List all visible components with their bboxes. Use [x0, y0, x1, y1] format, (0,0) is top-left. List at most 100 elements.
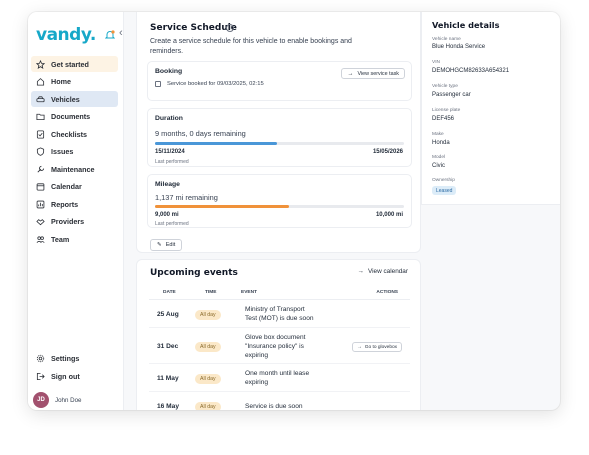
edit-label: Edit	[165, 242, 176, 248]
event-date: 31 Dec	[157, 343, 179, 350]
field-label: Model	[432, 155, 446, 160]
view-calendar-label: View calendar	[367, 268, 408, 275]
duration-last-performed: Last performed	[155, 159, 189, 165]
arrow-right-icon: →	[357, 268, 364, 275]
mileage-start: 9,000 mi	[155, 212, 179, 218]
duration-progress-fill	[155, 142, 277, 145]
sidebar-item-reports[interactable]: Reports	[31, 196, 118, 212]
sidebar-item-team[interactable]: Team	[31, 231, 118, 247]
column-date: DATE	[163, 290, 176, 295]
field-label: VIN	[432, 60, 440, 65]
field-label: Vehicle type	[432, 84, 458, 89]
duration-title: Duration	[155, 115, 183, 122]
booking-text: Service booked for 09/03/2025, 02:15	[167, 81, 264, 87]
arrow-right-icon: →	[347, 70, 354, 77]
event-line: expiring	[245, 352, 269, 359]
sidebar-item-settings[interactable]: Settings	[31, 350, 118, 366]
duration-start: 15/11/2024	[155, 149, 185, 155]
user-profile[interactable]: JD John Doe	[33, 392, 82, 408]
sidebar-item-label: Documents	[51, 112, 91, 121]
sidebar-item-documents[interactable]: Documents	[31, 109, 118, 125]
avatar: JD	[33, 392, 49, 408]
duration-progress-bar	[155, 142, 404, 145]
car-icon	[36, 95, 45, 104]
vandy-logo[interactable]: vandy.	[36, 25, 96, 45]
event-description: Service is due soon	[245, 402, 341, 410]
field-label: Vehicle name	[432, 37, 461, 42]
sidebar-bottom-nav: Settings Sign out	[31, 350, 118, 386]
event-line: Service is due soon	[245, 403, 303, 410]
sidebar-item-get-started[interactable]: Get started	[31, 56, 118, 72]
sidebar-item-label: Reports	[51, 199, 79, 209]
handshake-icon	[36, 217, 45, 226]
shield-icon	[36, 147, 45, 156]
duration-remaining: 9 months, 0 days remaining	[155, 129, 246, 138]
event-time-badge: All day	[195, 402, 221, 410]
duration-section: Duration 9 months, 0 days remaining 15/1…	[147, 108, 412, 167]
sidebar-item-label: Vehicles	[51, 94, 80, 104]
event-line: Glove box document	[245, 334, 306, 341]
view-calendar-link[interactable]: → View calendar	[358, 268, 408, 275]
sidebar-item-sign-out[interactable]: Sign out	[31, 368, 118, 384]
sidebar-item-label: Settings	[51, 353, 80, 363]
sidebar-item-label: Providers	[51, 217, 85, 226]
field-label: Ownership	[432, 178, 455, 183]
sidebar-item-checklists[interactable]: Checklists	[31, 126, 118, 142]
license-plate-value: DEF456	[432, 116, 455, 122]
checklist-icon	[36, 129, 45, 139]
calendar-icon	[36, 182, 45, 191]
ownership-badge: Leased	[432, 186, 457, 195]
column-event: EVENT	[241, 290, 257, 295]
sidebar-item-label: Maintenance	[51, 164, 95, 174]
mileage-last-performed: Last performed	[155, 221, 189, 227]
events-table-header: DATE TIME EVENT ACTIONS	[149, 286, 410, 300]
event-time-badge: All day	[195, 310, 221, 320]
home-icon	[36, 77, 45, 86]
star-icon	[36, 59, 45, 69]
vehicle-details-panel: Vehicle details Vehicle name Blue Honda …	[421, 12, 560, 205]
go-to-glovebox-label: Go to glovebox	[364, 344, 398, 350]
column-time: TIME	[205, 290, 217, 295]
sidebar-item-calendar[interactable]: Calendar	[31, 179, 118, 195]
table-row[interactable]: 25 Aug All day Ministry of Transport Tes…	[149, 302, 410, 328]
go-to-glovebox-button[interactable]: → Go to glovebox	[352, 342, 403, 352]
event-line: One month until lease	[245, 370, 310, 377]
edit-button[interactable]: ✎ Edit	[150, 239, 183, 251]
booking-section: Booking Service booked for 09/03/2025, 0…	[147, 61, 412, 101]
event-line: Test (MOT) is due soon	[245, 315, 314, 322]
gear-icon	[36, 354, 45, 363]
event-line: "Insurance policy" is	[245, 343, 304, 350]
mileage-progress-fill	[155, 205, 290, 208]
main-content: Service Schedule i Create a service sche…	[136, 12, 421, 410]
table-row[interactable]: 16 May All day Service is due soon	[149, 394, 410, 410]
sidebar-item-label: Calendar	[51, 182, 82, 191]
duration-end: 15/05/2026	[372, 149, 403, 155]
vin-value: DEMOHGCM82633A654321	[432, 68, 510, 74]
sidebar-item-maintenance[interactable]: Maintenance	[31, 161, 118, 177]
sidebar-item-label: Get started	[51, 59, 89, 69]
column-actions: ACTIONS	[376, 290, 398, 295]
chart-icon	[36, 200, 45, 209]
sidebar-item-home[interactable]: Home	[31, 74, 118, 90]
collapse-sidebar-icon[interactable]: ‹	[119, 27, 123, 39]
upcoming-events-title: Upcoming events	[150, 268, 238, 278]
info-icon[interactable]: i	[226, 24, 234, 32]
model-value: Civic	[432, 163, 445, 169]
event-description: One month until lease expiring	[245, 369, 341, 387]
view-service-task-button[interactable]: → View service task	[341, 68, 405, 79]
booking-info: Service booked for 09/03/2025, 02:15	[155, 81, 264, 87]
wrench-icon	[36, 165, 45, 174]
mileage-section: Mileage 1,137 mi remaining 9,000 mi 10,0…	[147, 174, 412, 228]
event-line: expiring	[245, 379, 269, 386]
sidebar-item-issues[interactable]: Issues	[31, 144, 118, 160]
event-time-badge: All day	[195, 342, 221, 352]
event-date: 11 May	[157, 375, 179, 382]
mileage-progress-bar	[155, 205, 404, 208]
event-description: Glove box document "Insurance policy" is…	[245, 333, 341, 360]
sidebar-item-providers[interactable]: Providers	[31, 214, 118, 230]
sidebar-item-vehicles[interactable]: Vehicles	[31, 91, 118, 107]
notification-bell-icon[interactable]	[105, 30, 115, 40]
event-line: Ministry of Transport	[245, 306, 305, 313]
table-row[interactable]: 11 May All day One month until lease exp…	[149, 366, 410, 392]
table-row[interactable]: 31 Dec All day Glove box document "Insur…	[149, 330, 410, 364]
